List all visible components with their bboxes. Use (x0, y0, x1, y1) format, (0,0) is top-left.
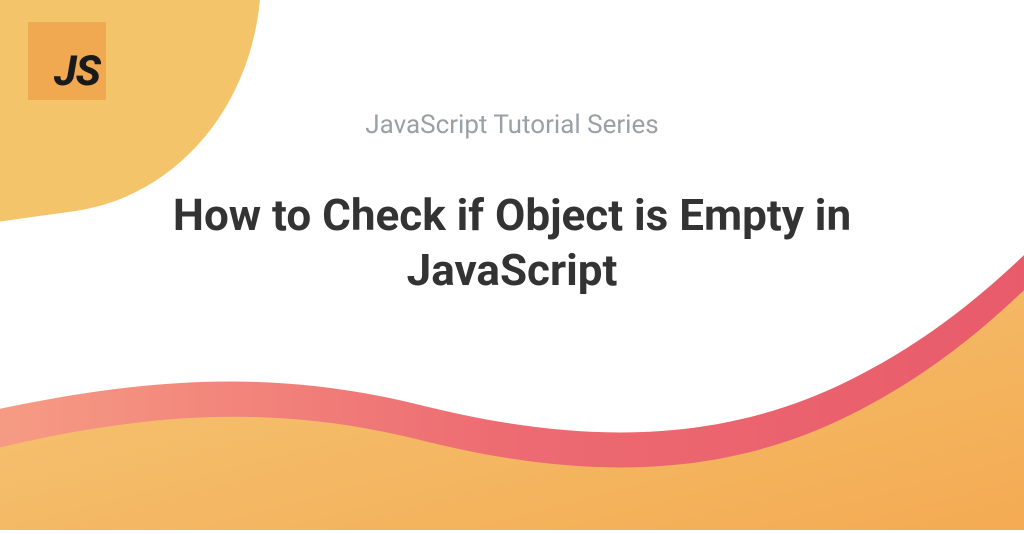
js-logo-badge: JS (28, 22, 106, 100)
content-area: JavaScript Tutorial Series How to Check … (0, 110, 1024, 298)
js-logo-text: JS (54, 47, 100, 96)
page-title: How to Check if Object is Empty in JavaS… (102, 188, 922, 298)
series-label: JavaScript Tutorial Series (40, 110, 984, 140)
